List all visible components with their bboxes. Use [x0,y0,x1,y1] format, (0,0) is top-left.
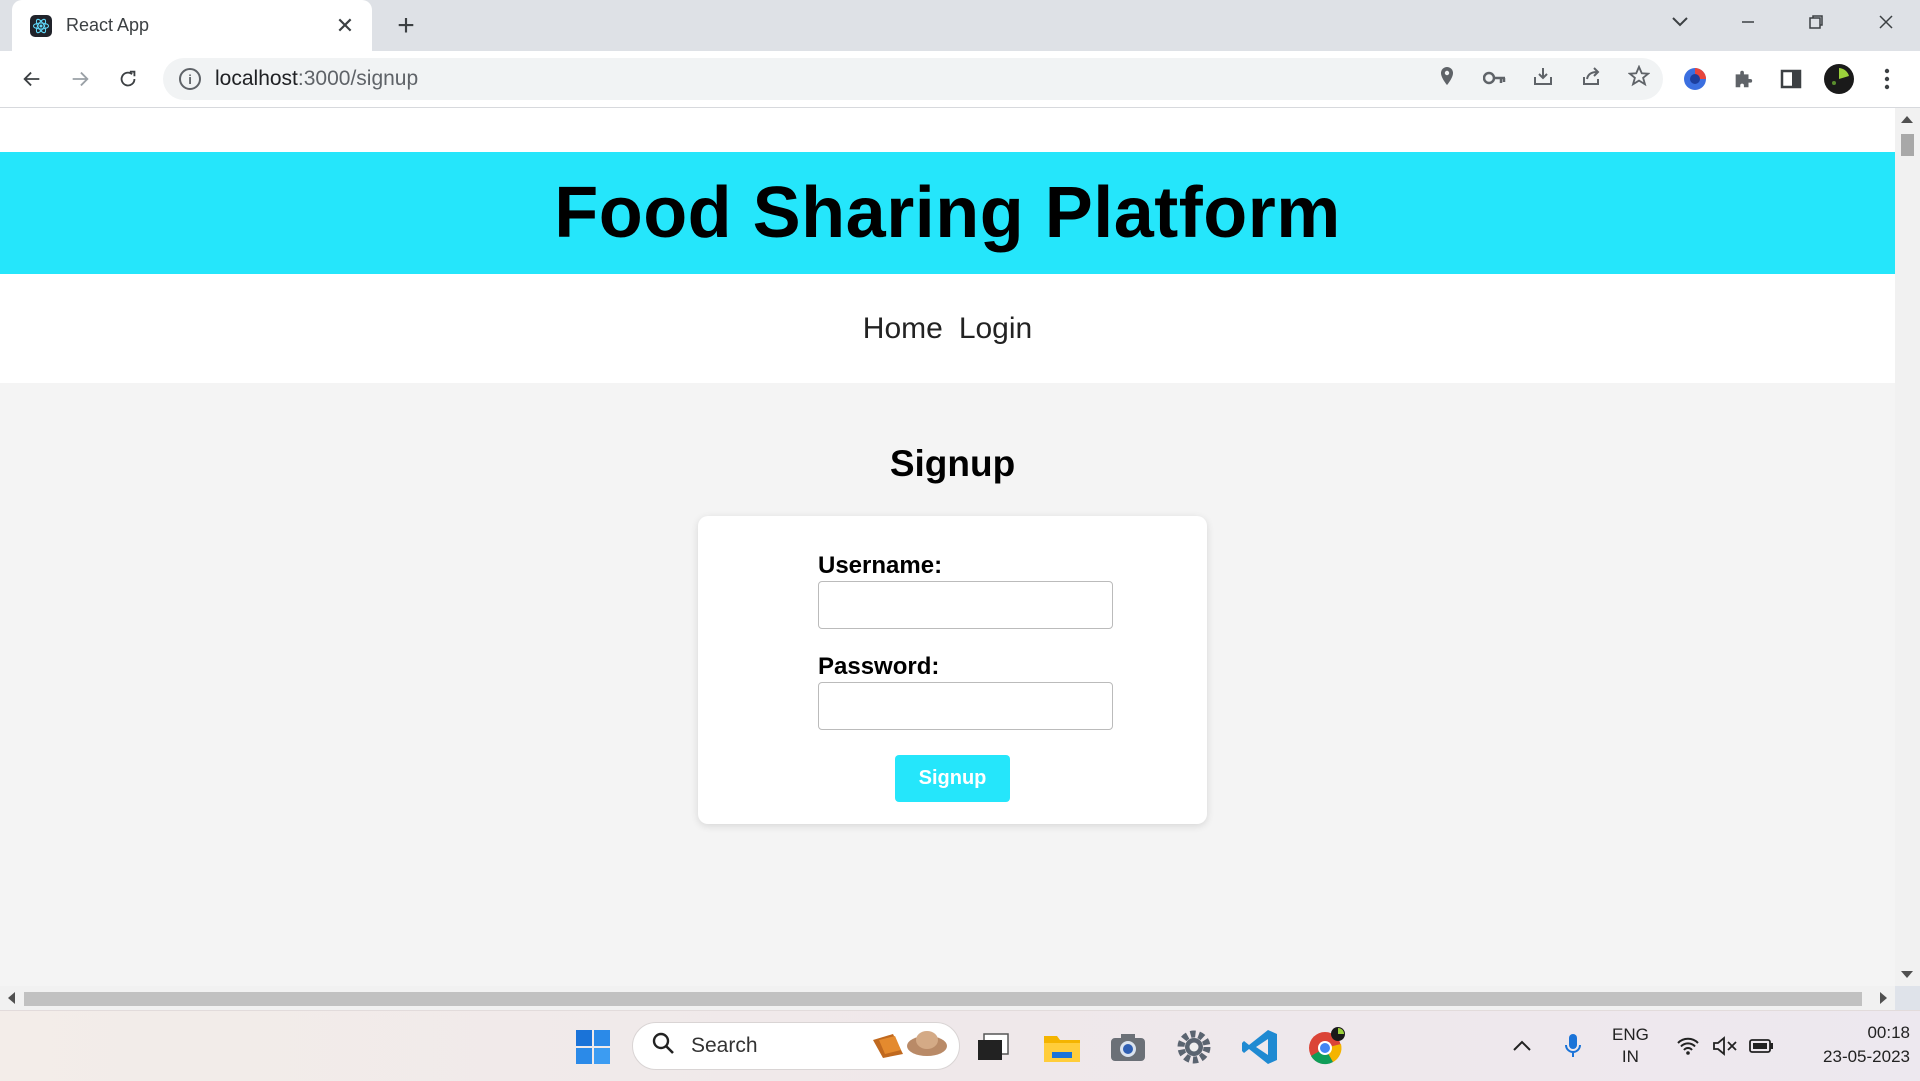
system-clock[interactable]: 00:18 23-05-2023 [1780,1021,1910,1069]
menu-kebab-icon[interactable] [1869,61,1905,97]
scroll-left-icon[interactable] [8,992,15,1004]
search-highlight-icon [869,1026,949,1067]
share-icon[interactable] [1567,65,1615,93]
install-app-icon[interactable] [1519,65,1567,93]
page-viewport: Food Sharing Platform Home Login Signup … [0,108,1895,986]
new-tab-button[interactable]: + [390,9,422,42]
battery-icon[interactable] [1748,1011,1774,1081]
bookmark-star-icon[interactable] [1615,64,1663,93]
browser-toolbar: i localhost:3000/signup [0,51,1920,108]
profile-avatar-icon[interactable] [1821,61,1857,97]
browser-tab[interactable]: React App ✕ [12,0,372,51]
react-logo-icon [30,14,52,37]
forward-icon[interactable] [62,61,98,97]
page-top-strip [0,108,1895,152]
wifi-icon[interactable] [1676,1011,1700,1081]
key-icon[interactable] [1471,67,1519,91]
vertical-scroll-thumb[interactable] [1901,134,1914,156]
site-nav: Home Login [0,274,1895,383]
chrome-icon[interactable] [1302,1023,1350,1071]
signup-form-card: Username: Password: Signup [698,516,1207,824]
site-title: Food Sharing Platform [554,173,1341,253]
taskbar-search[interactable]: Search [632,1022,960,1070]
site-header: Food Sharing Platform [0,152,1895,274]
username-input[interactable] [818,581,1113,629]
region-code: IN [1621,1047,1639,1066]
tab-search-icon[interactable] [1650,0,1710,44]
reload-icon[interactable] [110,61,146,97]
site-info-icon[interactable]: i [179,68,201,90]
search-placeholder: Search [691,1034,758,1057]
browser-tab-strip: React App ✕ + [0,0,1920,51]
language-indicator[interactable]: ENG IN [1612,1011,1649,1081]
horizontal-scrollbar[interactable] [0,986,1895,1010]
scroll-right-icon[interactable] [1880,992,1887,1004]
settings-gear-icon[interactable] [1170,1023,1218,1071]
file-explorer-icon[interactable] [1038,1023,1086,1071]
username-label: Username: [818,552,943,579]
back-icon[interactable] [14,61,50,97]
tab-close-icon[interactable]: ✕ [330,11,360,41]
horizontal-scroll-thumb[interactable] [24,992,1862,1006]
scroll-up-icon[interactable] [1901,116,1913,123]
task-view-icon[interactable] [969,1023,1017,1071]
windows-taskbar: Search ENG IN 00:18 23-05-2023 [0,1010,1920,1081]
minimize-icon[interactable] [1718,0,1778,44]
tab-title: React App [66,15,150,35]
signup-button[interactable]: Signup [895,755,1010,802]
window-close-icon[interactable] [1856,0,1916,44]
microphone-icon[interactable] [1564,1011,1582,1081]
restore-icon[interactable] [1786,0,1846,44]
volume-muted-icon[interactable] [1712,1011,1738,1081]
camera-icon[interactable] [1104,1023,1152,1071]
nav-link-home[interactable]: Home [863,312,943,346]
form-title: Signup [889,443,1016,484]
search-icon [651,1031,675,1062]
show-hidden-icons[interactable] [1512,1011,1532,1081]
address-bar[interactable]: i localhost:3000/signup [163,58,1663,100]
clock-time: 00:18 [1867,1023,1910,1042]
vertical-scrollbar[interactable] [1895,108,1920,986]
password-label: Password: [818,653,940,680]
location-pin-icon[interactable] [1423,66,1471,92]
scroll-down-icon[interactable] [1901,971,1913,978]
extensions-puzzle-icon[interactable] [1725,61,1761,97]
extension-icon[interactable] [1677,61,1713,97]
password-input[interactable] [818,682,1113,730]
nav-link-login[interactable]: Login [959,312,1032,346]
language-code: ENG [1612,1025,1649,1044]
windows-start-icon[interactable] [569,1023,617,1071]
url-text: localhost:3000/signup [215,67,419,90]
clock-date: 23-05-2023 [1823,1047,1910,1066]
side-panel-icon[interactable] [1773,61,1809,97]
vscode-icon[interactable] [1236,1023,1284,1071]
